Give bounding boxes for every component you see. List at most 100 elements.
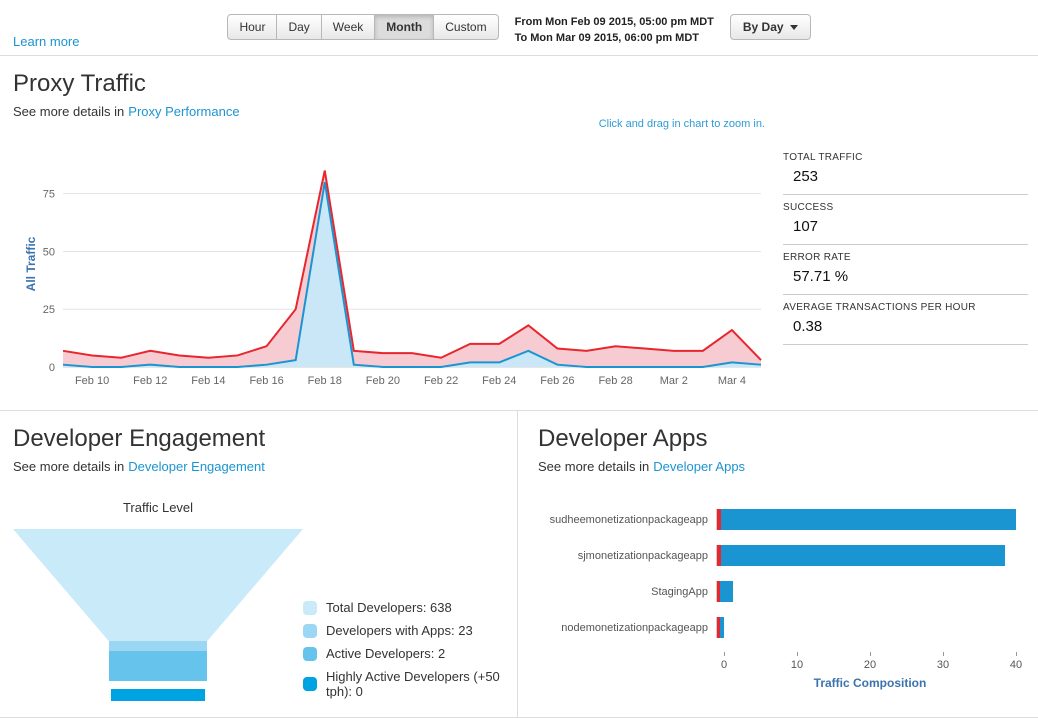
stat-block: AVERAGE TRANSACTIONS PER HOUR0.38 [783, 295, 1028, 345]
x-tick-mark [1016, 652, 1017, 656]
funnel-title: Traffic Level [13, 500, 303, 515]
funnel-stage-active-developers [109, 651, 207, 681]
bar-segment-success [721, 509, 1016, 530]
x-tick-label: Feb 26 [540, 375, 574, 387]
subtitle-text: See more details in [13, 104, 124, 119]
proxy-performance-link[interactable]: Proxy Performance [128, 104, 239, 119]
developer-engagement-section: Developer Engagement See more details in… [0, 411, 518, 717]
engagement-funnel-chart: Traffic Level Total Developers: 638 Devel… [13, 500, 507, 701]
developer-apps-bar-chart: sudheemonetizationpackageapp sjmonetizati… [538, 508, 1016, 690]
funnel-stage-developers-with-apps [109, 641, 207, 651]
granularity-label: By Day [743, 20, 784, 34]
range-button-month[interactable]: Month [374, 14, 434, 40]
y-tick-label: 50 [43, 246, 55, 258]
bar-segment-success [721, 545, 1005, 566]
funnel-legend-item: Total Developers: 638 [303, 600, 507, 615]
funnel-shape [13, 529, 303, 701]
developer-apps-subtitle: See more details in Developer Apps [538, 459, 1025, 474]
x-tick-label: Feb 22 [424, 375, 458, 387]
stat-block: TOTAL TRAFFIC 253 [783, 145, 1028, 195]
app-name-label: sudheemonetizationpackageapp [538, 514, 716, 526]
chevron-down-icon [790, 25, 798, 30]
stat-block: SUCCESS 107 [783, 195, 1028, 245]
app-name-label: nodemonetizationpackageapp [538, 622, 716, 634]
developer-engagement-subtitle: See more details in Developer Engagement [13, 459, 507, 474]
date-range-from: From Mon Feb 09 2015, 05:00 pm MDT [515, 15, 714, 31]
app-name-label: StagingApp [538, 586, 716, 598]
developer-engagement-link[interactable]: Developer Engagement [128, 459, 265, 474]
app-name-label: sjmonetizationpackageapp [538, 550, 716, 562]
x-tick-label: Feb 28 [598, 375, 632, 387]
time-range-controls: HourDayWeekMonthCustom From Mon Feb 09 2… [0, 14, 1038, 47]
stat-value: 0.38 [793, 318, 1028, 335]
legend-swatch [303, 647, 317, 661]
proxy-traffic-chart[interactable]: All Traffic 0255075Feb 10Feb 12Feb 14Feb… [13, 147, 773, 402]
bar-segment-success [720, 617, 724, 638]
granularity-dropdown[interactable]: By Day [730, 14, 811, 40]
app-bar-track [716, 509, 1016, 530]
traffic-stats-panel: TOTAL TRAFFIC 253 SUCCESS 107 ERROR RATE57.7… [783, 145, 1028, 402]
funnel-stage-total-developers [13, 529, 303, 641]
funnel-stage-highly-active-developers [111, 689, 205, 701]
stat-value: 57.71 % [793, 268, 1028, 285]
y-tick-label: 25 [43, 304, 55, 316]
apps-x-axis: 010203040 [724, 652, 1016, 674]
x-tick-label: Feb 10 [75, 375, 109, 387]
bar-segment-success [720, 581, 733, 602]
legend-label: Total Developers: 638 [326, 600, 452, 615]
stat-label: TOTAL TRAFFIC [783, 152, 1028, 163]
x-tick-label: 0 [721, 659, 727, 671]
app-bar-row: StagingApp [538, 580, 1016, 603]
funnel-legend-item: Highly Active Developers (+50 tph): 0 [303, 669, 507, 699]
range-button-group: HourDayWeekMonthCustom [227, 14, 498, 40]
stat-block: ERROR RATE57.71 % [783, 245, 1028, 295]
range-button-custom[interactable]: Custom [433, 14, 498, 40]
developer-apps-title: Developer Apps [538, 425, 1025, 453]
developer-engagement-title: Developer Engagement [13, 425, 507, 453]
proxy-traffic-section: Proxy Traffic See more details in Proxy P… [0, 56, 1038, 411]
all-traffic-line [63, 171, 761, 361]
stat-value: 107 [793, 218, 1028, 235]
range-button-week[interactable]: Week [321, 14, 375, 40]
x-tick-label: Feb 20 [366, 375, 400, 387]
legend-label: Developers with Apps: 23 [326, 623, 473, 638]
legend-swatch [303, 677, 317, 691]
x-tick-mark [870, 652, 871, 656]
app-bar-row: nodemonetizationpackageapp [538, 616, 1016, 639]
x-tick-label: Feb 24 [482, 375, 516, 387]
proxy-traffic-subtitle: See more details in Proxy Performance [13, 104, 1038, 119]
x-tick-mark [943, 652, 944, 656]
date-range-display: From Mon Feb 09 2015, 05:00 pm MDT To Mo… [515, 14, 714, 47]
apps-bar-rows: sudheemonetizationpackageapp sjmonetizati… [538, 508, 1016, 639]
legend-swatch [303, 601, 317, 615]
app-bar-track [716, 581, 1016, 602]
stat-label: SUCCESS [783, 202, 1028, 213]
proxy-traffic-title: Proxy Traffic [13, 70, 1038, 98]
x-tick-label: 40 [1010, 659, 1022, 671]
subtitle-text: See more details in [13, 459, 124, 474]
x-tick-label: 10 [791, 659, 803, 671]
range-button-day[interactable]: Day [276, 14, 321, 40]
x-tick-label: Feb 14 [191, 375, 225, 387]
y-tick-label: 75 [43, 189, 55, 201]
funnel-legend: Total Developers: 638 Developers with App… [303, 592, 507, 701]
x-tick-mark [797, 652, 798, 656]
legend-label: Active Developers: 2 [326, 646, 445, 661]
x-tick-label: Feb 16 [249, 375, 283, 387]
y-axis-label: All Traffic [24, 214, 38, 314]
app-bar-row: sudheemonetizationpackageapp [538, 508, 1016, 531]
success-area [63, 182, 761, 367]
app-bar-row: sjmonetizationpackageapp [538, 544, 1016, 567]
x-tick-label: 30 [937, 659, 949, 671]
stat-value: 253 [793, 168, 1028, 185]
app-bar-track [716, 545, 1016, 566]
top-toolbar: Learn more HourDayWeekMonthCustom From M… [0, 0, 1038, 56]
funnel-gap [13, 681, 303, 689]
success-line [63, 182, 761, 367]
developer-apps-link[interactable]: Developer Apps [653, 459, 745, 474]
range-button-hour[interactable]: Hour [227, 14, 277, 40]
developer-apps-section: Developer Apps See more details in Develo… [518, 411, 1038, 717]
bottom-panels: Developer Engagement See more details in… [0, 411, 1038, 718]
proxy-chart-svg[interactable]: 0255075Feb 10Feb 12Feb 14Feb 16Feb 18Feb… [13, 147, 773, 399]
subtitle-text: See more details in [538, 459, 649, 474]
